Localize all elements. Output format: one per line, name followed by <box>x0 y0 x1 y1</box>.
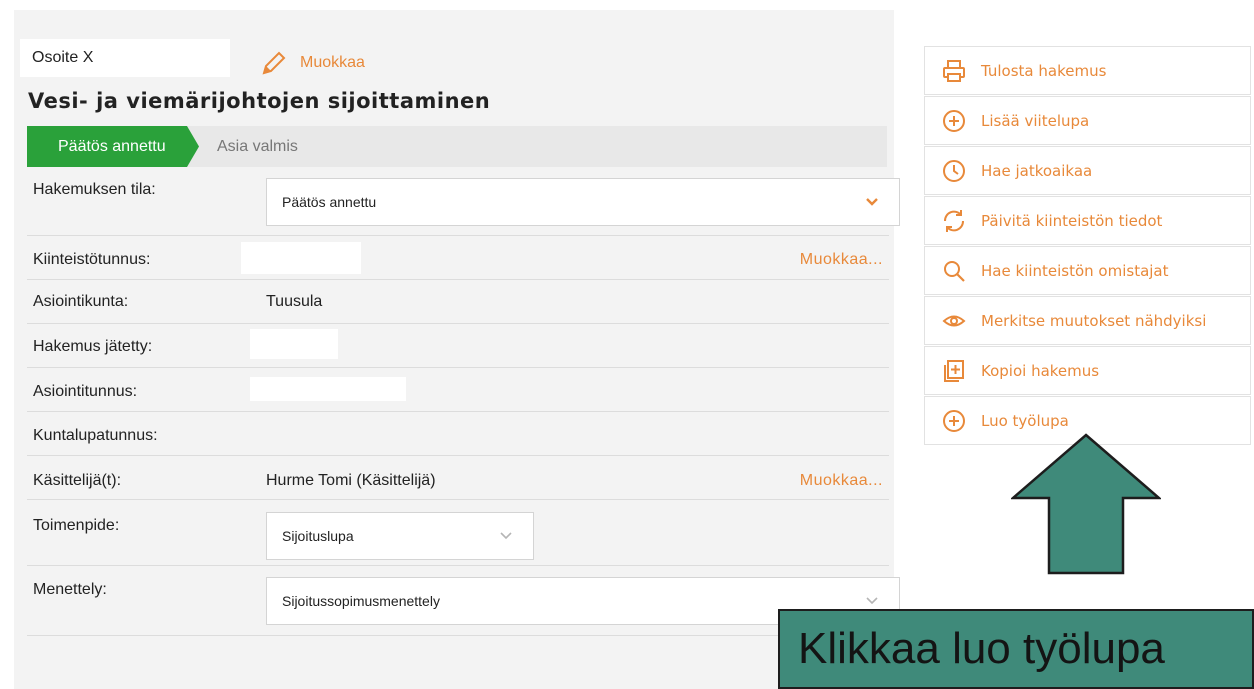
pencil-icon <box>262 51 286 75</box>
clock-icon <box>941 158 967 184</box>
action-label: Toimenpide: <box>33 517 120 534</box>
permit-id-label: Kuntalupatunnus: <box>33 427 158 444</box>
state-label: Hakemuksen tila: <box>33 181 156 198</box>
eye-icon <box>941 308 967 334</box>
action-select[interactable]: Sijoituslupa <box>266 512 534 560</box>
up-arrow-icon <box>1009 433 1163 575</box>
status-progress: Päätös annettu Asia valmis <box>27 126 887 167</box>
refresh-property-button[interactable]: Päivitä kiinteistön tiedot <box>924 196 1251 245</box>
page-title: Vesi- ja viemärijohtojen sijoittaminen <box>28 89 491 113</box>
form-row-submitted: Hakemus jätetty: <box>27 323 889 368</box>
print-application-button[interactable]: Tulosta hakemus <box>924 46 1251 95</box>
address-label: Osoite X <box>20 39 230 77</box>
chevron-down-icon <box>866 597 878 605</box>
sidebar-item-label: Hae kiinteistön omistajat <box>981 261 1169 280</box>
handler-label: Käsittelijä(t): <box>33 472 122 489</box>
request-extension-button[interactable]: Hae jatkoaikaa <box>924 146 1251 195</box>
plus-circle-icon <box>941 408 967 434</box>
form-row-property: Kiinteistötunnus: Muokkaa... <box>27 235 889 280</box>
edit-label: Muokkaa <box>300 54 365 71</box>
edit-address-button[interactable]: Muokkaa <box>260 49 365 77</box>
redacted-value <box>250 377 406 401</box>
handler-value: Hurme Tomi (Käsittelijä) <box>266 472 436 489</box>
form-row-case-id: Asiointitunnus: <box>27 367 889 412</box>
chevron-down-icon <box>500 532 512 540</box>
sidebar-item-label: Luo työlupa <box>981 411 1069 430</box>
chevron-down-icon <box>866 198 878 206</box>
property-label: Kiinteistötunnus: <box>33 251 151 268</box>
printer-icon <box>941 58 967 84</box>
edit-handler-link[interactable]: Muokkaa... <box>800 472 883 490</box>
form-row-procedure: Menettely: Sijoitussopimusmenettely <box>27 565 900 636</box>
form-row-permit-id: Kuntalupatunnus: <box>27 411 889 456</box>
state-select[interactable]: Päätös annettu <box>266 178 900 226</box>
step-next: Asia valmis <box>217 137 298 155</box>
copy-icon <box>941 358 967 384</box>
add-reference-permit-button[interactable]: Lisää viitelupa <box>924 96 1251 145</box>
procedure-label: Menettely: <box>33 581 107 598</box>
form-row-handler: Käsittelijä(t): Hurme Tomi (Käsittelijä)… <box>27 455 889 500</box>
case-id-label: Asiointitunnus: <box>33 383 138 400</box>
redacted-value <box>250 329 338 359</box>
edit-property-link[interactable]: Muokkaa... <box>800 251 883 269</box>
mark-seen-button[interactable]: Merkitse muutokset nähdyiksi <box>924 296 1251 345</box>
annotation-arrow <box>1009 433 1163 580</box>
action-value: Sijoituslupa <box>282 528 354 544</box>
redacted-value <box>241 242 361 274</box>
instruction-callout: Klikkaa luo työlupa <box>778 609 1254 689</box>
plus-circle-icon <box>941 108 967 134</box>
search-icon <box>941 258 967 284</box>
fetch-owners-button[interactable]: Hae kiinteistön omistajat <box>924 246 1251 295</box>
form-row-state: Hakemuksen tila: Päätös annettu <box>27 167 900 236</box>
sidebar-item-label: Tulosta hakemus <box>981 61 1107 80</box>
sidebar-item-label: Lisää viitelupa <box>981 111 1090 130</box>
sidebar-item-label: Merkitse muutokset nähdyiksi <box>981 311 1207 330</box>
municipality-label: Asiointikunta: <box>33 293 129 310</box>
copy-application-button[interactable]: Kopioi hakemus <box>924 346 1251 395</box>
main-panel: Osoite X Muokkaa Vesi- ja viemärijohtoje… <box>14 10 900 689</box>
submitted-label: Hakemus jätetty: <box>33 338 153 355</box>
state-value: Päätös annettu <box>282 194 377 210</box>
step-active: Päätös annettu <box>27 126 199 167</box>
form-row-municipality: Asiointikunta: Tuusula <box>27 279 889 324</box>
municipality-value: Tuusula <box>266 293 323 310</box>
sidebar-item-label: Päivitä kiinteistön tiedot <box>981 211 1163 230</box>
form-row-action: Toimenpide: Sijoituslupa <box>27 499 889 566</box>
actions-sidebar: Tulosta hakemus Lisää viitelupa Hae jatk… <box>924 46 1251 446</box>
procedure-value: Sijoitussopimusmenettely <box>282 593 440 609</box>
refresh-icon <box>941 208 967 234</box>
sidebar-item-label: Kopioi hakemus <box>981 361 1100 380</box>
sidebar-item-label: Hae jatkoaikaa <box>981 161 1093 180</box>
